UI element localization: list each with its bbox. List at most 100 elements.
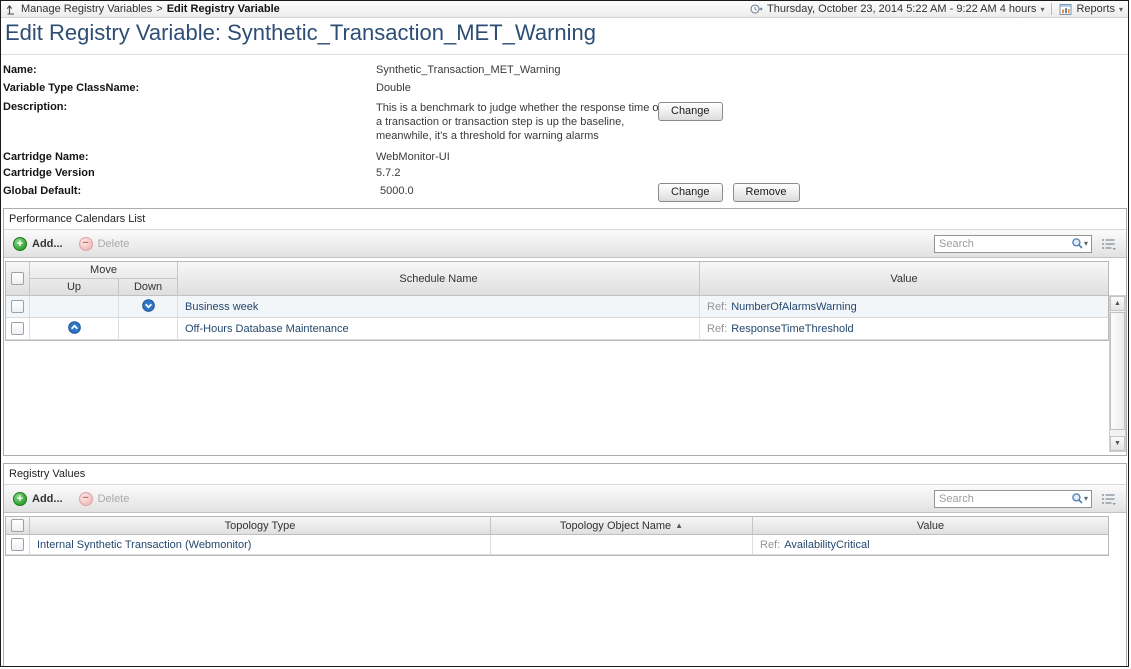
registry-table-header: Topology Type Topology Object Name ▲ Val… [6,517,1108,535]
value-cell: Ref: ResponseTimeThreshold [700,318,1108,339]
chevron-down-icon: ▾ [1119,5,1123,14]
name-label: Name: [3,64,37,76]
chevron-down-icon: ▾ [1040,5,1044,14]
form-row-cartridge-version: Cartridge Version 5.7.2 [3,167,1128,181]
cartridge-name-label: Cartridge Name: [3,151,89,163]
name-value: Synthetic_Transaction_MET_Warning [376,64,560,76]
topology-type-cell: Internal Synthetic Transaction (Webmonit… [30,535,491,554]
calendars-search-input[interactable] [939,238,1071,250]
schedule-name-cell: Off-Hours Database Maintenance [178,318,700,339]
search-options-caret-icon[interactable]: ▾ [1084,239,1088,248]
breadcrumb-current: Edit Registry Variable [167,3,280,15]
delete-calendar-button[interactable]: − Delete [79,237,130,251]
title-divider [1,54,1128,55]
calendars-table-header: Move Up Down Schedule Name Value [6,262,1108,296]
ref-value-link[interactable]: AvailabilityCritical [784,539,869,551]
add-registry-value-button[interactable]: + Add... [13,492,63,506]
ref-value-link[interactable]: NumberOfAlarmsWarning [731,301,857,313]
calendars-table: Move Up Down Schedule Name Value Busines… [5,261,1109,341]
form-row-global-default: Global Default: 5000.0 [3,185,1128,199]
registry-value-header[interactable]: Value [753,517,1108,535]
form-row-cartridge-name: Cartridge Name: WebMonitor-UI [3,151,1128,165]
global-default-label: Global Default: [3,185,81,197]
topology-object-name-cell [491,535,753,554]
form-row-description: Description: This is a benchmark to judg… [3,101,1128,115]
add-icon: + [13,237,27,251]
select-all-cell [6,262,30,296]
top-bar: Manage Registry Variables > Edit Registr… [1,1,1128,18]
topbar-divider [1051,3,1052,15]
add-calendar-label: Add... [32,238,63,250]
performance-calendars-title: Performance Calendars List [4,209,1126,230]
breadcrumb-separator: > [156,3,162,15]
breadcrumb: Manage Registry Variables > Edit Registr… [6,3,280,15]
move-up-cell [30,296,119,317]
edit-registry-variable-page: Manage Registry Variables > Edit Registr… [0,0,1129,667]
add-calendar-button[interactable]: + Add... [13,237,63,251]
schedule-name-header[interactable]: Schedule Name [178,262,700,296]
topology-object-name-header[interactable]: Topology Object Name ▲ [491,517,753,535]
time-range-selector[interactable]: Thursday, October 23, 2014 5:22 AM - 9:2… [750,3,1044,15]
delete-registry-value-label: Delete [98,493,130,505]
row-checkbox[interactable] [11,322,24,335]
scroll-down-button[interactable]: ▼ [1110,436,1125,451]
change-description-button[interactable]: Change [658,102,723,121]
registry-row-internal-synthetic-transaction[interactable]: Internal Synthetic Transaction (Webmonit… [6,535,1108,555]
variable-type-label: Variable Type ClassName: [3,82,139,94]
row-checkbox[interactable] [11,538,24,551]
table-customizer-icon[interactable] [1101,492,1117,506]
top-bar-right: Thursday, October 23, 2014 5:22 AM - 9:2… [750,3,1123,16]
move-down-header: Down [119,279,178,296]
remove-global-default-button[interactable]: Remove [733,183,800,202]
delete-registry-value-button[interactable]: − Delete [79,492,130,506]
page-title: Edit Registry Variable: Synthetic_Transa… [5,20,596,46]
move-header: Move [30,262,178,279]
calendars-toolbar: + Add... − Delete ▾ [4,230,1126,258]
sort-ascending-icon: ▲ [675,521,683,530]
row-checkbox[interactable] [11,300,24,313]
change-global-default-button[interactable]: Change [658,183,723,202]
move-up-icon[interactable] [68,321,81,337]
move-down-cell [119,296,178,317]
search-icon[interactable] [1071,492,1084,505]
description-label: Description: [3,101,67,113]
time-range-label: Thursday, October 23, 2014 5:22 AM - 9:2… [767,3,1036,15]
schedule-name-cell: Business week [178,296,700,317]
value-cell: Ref: AvailabilityCritical [753,535,1108,554]
move-up-header: Up [30,279,119,296]
registry-values-title: Registry Values [4,464,1126,485]
add-registry-value-label: Add... [32,493,63,505]
variable-type-value: Double [376,82,411,94]
calendars-vertical-scrollbar[interactable]: ▲ ▼ [1109,295,1126,452]
global-default-value: 5000.0 [380,185,414,197]
value-header[interactable]: Value [700,262,1108,296]
registry-toolbar: + Add... − Delete ▾ [4,485,1126,513]
scroll-up-button[interactable]: ▲ [1110,296,1125,311]
registry-variable-form: Name: Synthetic_Transaction_MET_Warning … [1,61,1128,208]
move-down-cell [119,318,178,339]
calendar-row-business-week[interactable]: Business week Ref: NumberOfAlarmsWarning [6,296,1108,318]
form-row-variable-type: Variable Type ClassName: Double [3,82,1128,96]
select-all-cell [6,517,30,535]
calendar-row-off-hours[interactable]: Off-Hours Database Maintenance Ref: Resp… [6,318,1108,340]
search-icon[interactable] [1071,237,1084,250]
registry-values-table: Topology Type Topology Object Name ▲ Val… [5,516,1109,556]
breadcrumb-parent-link[interactable]: Manage Registry Variables [21,3,152,15]
ref-prefix: Ref: [707,323,727,335]
global-default-buttons: Change Remove [658,183,800,202]
move-down-icon[interactable] [142,299,155,315]
calendars-search-box: ▾ [934,235,1092,253]
registry-search-box: ▾ [934,490,1092,508]
select-all-checkbox[interactable] [11,519,24,532]
value-cell: Ref: NumberOfAlarmsWarning [700,296,1108,317]
registry-search-input[interactable] [939,493,1071,505]
row-checkbox-cell [6,535,30,554]
ref-value-link[interactable]: ResponseTimeThreshold [731,323,853,335]
topology-type-header[interactable]: Topology Type [30,517,491,535]
reports-menu[interactable]: Reports ▾ [1059,3,1123,16]
search-options-caret-icon[interactable]: ▾ [1084,494,1088,503]
table-customizer-icon[interactable] [1101,237,1117,251]
select-all-checkbox[interactable] [11,272,24,285]
scrollbar-thumb[interactable] [1110,312,1125,430]
time-range-icon [750,3,763,15]
